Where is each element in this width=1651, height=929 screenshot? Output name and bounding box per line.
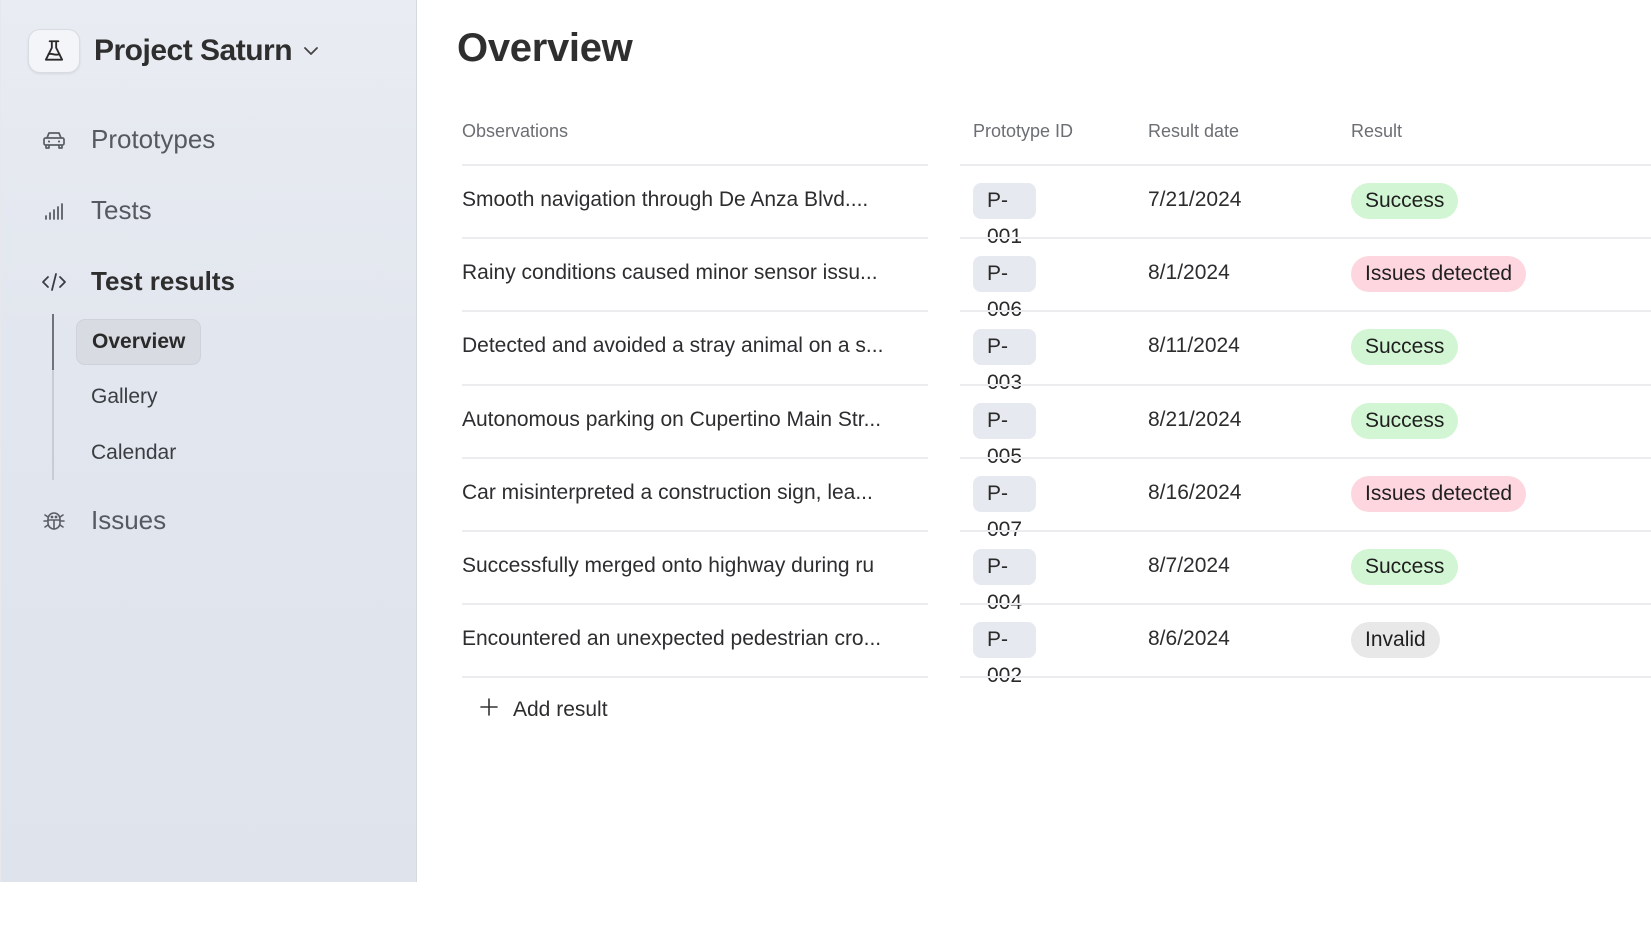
- row-divider: [960, 237, 1651, 240]
- result-date-cell: 8/16/2024: [1148, 480, 1242, 504]
- subnav-item-overview[interactable]: Overview: [76, 319, 202, 365]
- result-date-cell: 7/21/2024: [1148, 188, 1242, 211]
- sidebar-item-prototypes[interactable]: Prototypes: [41, 124, 215, 155]
- subnav-rail-active-indicator: [52, 314, 54, 370]
- result-date-cell: 8/11/2024: [1148, 334, 1240, 358]
- result-date-cell: 8/21/2024: [1148, 407, 1242, 431]
- sidebar-item-label: Test results: [91, 266, 236, 296]
- row-divider: [960, 456, 1651, 459]
- main-content: Overview Observations Prototype ID Resul…: [417, 0, 1651, 929]
- column-header-prototype-id[interactable]: Prototype ID: [973, 121, 1073, 142]
- row-divider: [960, 383, 1651, 386]
- add-result-label: Add result: [513, 697, 608, 721]
- column-header-result-date[interactable]: Result date: [1148, 121, 1239, 142]
- row-divider: [462, 456, 928, 459]
- observation-cell[interactable]: Encountered an unexpected pedestrian cro…: [462, 627, 881, 651]
- sidebar-item-test-results[interactable]: Test results: [41, 266, 235, 297]
- observation-cell[interactable]: Smooth navigation through De Anza Blvd..…: [462, 188, 868, 212]
- bug-icon: [41, 508, 67, 534]
- sidebar-item-tests[interactable]: Tests: [41, 195, 152, 226]
- row-divider: [960, 310, 1651, 313]
- prototype-id-tag[interactable]: P-002: [973, 622, 1037, 687]
- prototype-id-tag[interactable]: P-005: [973, 402, 1037, 468]
- car-icon: [41, 127, 67, 153]
- result-date-cell: 8/6/2024: [1148, 627, 1230, 651]
- code-icon: [41, 269, 67, 295]
- row-divider: [960, 676, 1651, 679]
- project-switcher[interactable]: Project Saturn: [28, 29, 320, 73]
- observation-cell[interactable]: Autonomous parking on Cupertino Main Str…: [462, 408, 881, 432]
- row-divider: [462, 603, 928, 606]
- observation-cell[interactable]: Detected and avoided a stray animal on a…: [462, 334, 883, 358]
- result-date-cell: 8/7/2024: [1148, 554, 1230, 577]
- result-status-badge[interactable]: Invalid: [1351, 622, 1440, 659]
- observation-cell[interactable]: Car misinterpreted a construction sign, …: [462, 481, 873, 505]
- prototype-id-tag[interactable]: P-004: [973, 549, 1037, 614]
- flask-icon: [28, 29, 80, 73]
- observation-cell[interactable]: Rainy conditions caused minor sensor iss…: [462, 261, 878, 285]
- add-result-button[interactable]: Add result: [479, 697, 608, 722]
- sidebar-item-label: Tests: [91, 195, 152, 225]
- row-divider: [462, 530, 928, 532]
- prototype-id-tag[interactable]: P-001: [973, 183, 1037, 248]
- sidebar-item-label: Prototypes: [91, 124, 216, 154]
- row-divider: [462, 676, 928, 679]
- app-window: Project Saturn Prototypes Tests Test res…: [0, 0, 1651, 929]
- sidebar-item-label: Issues: [91, 505, 167, 535]
- result-status-badge[interactable]: Success: [1351, 329, 1459, 366]
- row-divider: [462, 310, 928, 313]
- plus-icon: [479, 697, 499, 722]
- row-divider: [960, 530, 1651, 532]
- prototype-id-tag[interactable]: P-003: [973, 329, 1037, 394]
- column-header-observations[interactable]: Observations: [462, 121, 568, 142]
- result-status-badge[interactable]: Issues detected: [1351, 256, 1527, 293]
- column-header-result[interactable]: Result: [1351, 121, 1402, 142]
- signal-bars-icon: [41, 198, 67, 224]
- result-status-badge[interactable]: Success: [1351, 549, 1459, 585]
- sidebar-item-issues[interactable]: Issues: [41, 505, 166, 536]
- sidebar: Project Saturn Prototypes Tests Test res…: [0, 0, 417, 882]
- row-divider: [462, 237, 928, 240]
- subnav-item-calendar[interactable]: Calendar: [76, 430, 191, 476]
- result-status-badge[interactable]: Success: [1351, 402, 1459, 439]
- row-divider: [462, 383, 928, 386]
- prototype-id-tag[interactable]: P-007: [973, 475, 1037, 541]
- page-title: Overview: [457, 26, 633, 70]
- prototype-id-tag[interactable]: P-006: [973, 256, 1037, 321]
- header-divider: [462, 164, 928, 166]
- row-divider: [960, 603, 1651, 606]
- result-status-badge[interactable]: Issues detected: [1351, 475, 1527, 512]
- subnav-item-gallery[interactable]: Gallery: [76, 374, 173, 420]
- result-date-cell: 8/1/2024: [1148, 261, 1230, 285]
- chevron-down-icon: [302, 45, 320, 57]
- observation-cell[interactable]: Successfully merged onto highway during …: [462, 554, 874, 578]
- project-name: Project Saturn: [94, 34, 293, 67]
- result-status-badge[interactable]: Success: [1351, 183, 1459, 219]
- header-divider: [960, 164, 1651, 166]
